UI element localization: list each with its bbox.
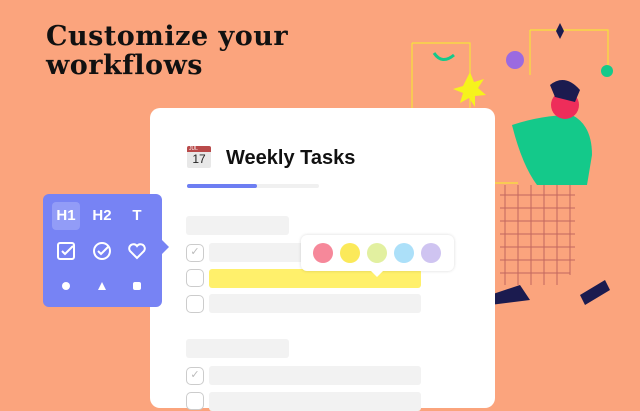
check-circle-icon[interactable]	[88, 237, 116, 265]
color-swatch-yellow[interactable]	[340, 243, 360, 263]
task-checkbox-checked[interactable]: ✓	[186, 367, 204, 385]
task-checkbox[interactable]	[186, 269, 204, 287]
task-checkbox[interactable]	[186, 295, 204, 313]
task-placeholder	[209, 392, 421, 411]
circle-icon[interactable]	[52, 272, 80, 300]
text-button[interactable]: T	[123, 202, 151, 230]
headline: Customize your workflows	[46, 22, 288, 80]
color-swatch-lime[interactable]	[367, 243, 387, 263]
section-heading-placeholder	[186, 339, 289, 358]
card-title: Weekly Tasks	[226, 147, 356, 169]
heading2-button[interactable]: H2	[88, 202, 116, 230]
color-swatch-blue[interactable]	[394, 243, 414, 263]
triangle-icon[interactable]	[88, 272, 116, 300]
checkbox-icon[interactable]	[52, 237, 80, 265]
format-toolbar: H1 H2 T	[43, 194, 169, 307]
square-icon[interactable]	[123, 272, 151, 300]
headline-line-2: workflows	[46, 50, 204, 81]
heading1-button[interactable]: H1	[52, 202, 80, 230]
calendar-icon: JUL 17	[187, 146, 211, 168]
task-placeholder	[209, 366, 421, 385]
task-highlighted	[209, 269, 421, 288]
color-swatch-pink[interactable]	[313, 243, 333, 263]
purple-dot-icon	[506, 51, 524, 69]
task-placeholder	[209, 294, 421, 313]
color-swatch-lavender[interactable]	[421, 243, 441, 263]
headline-line-1: Customize your	[46, 21, 289, 52]
progress-bar	[187, 184, 319, 188]
section-heading-placeholder	[186, 216, 289, 235]
heart-icon[interactable]	[123, 237, 151, 265]
task-checkbox[interactable]	[186, 392, 204, 410]
task-checkbox-checked[interactable]: ✓	[186, 244, 204, 262]
color-picker-popup	[301, 235, 454, 277]
